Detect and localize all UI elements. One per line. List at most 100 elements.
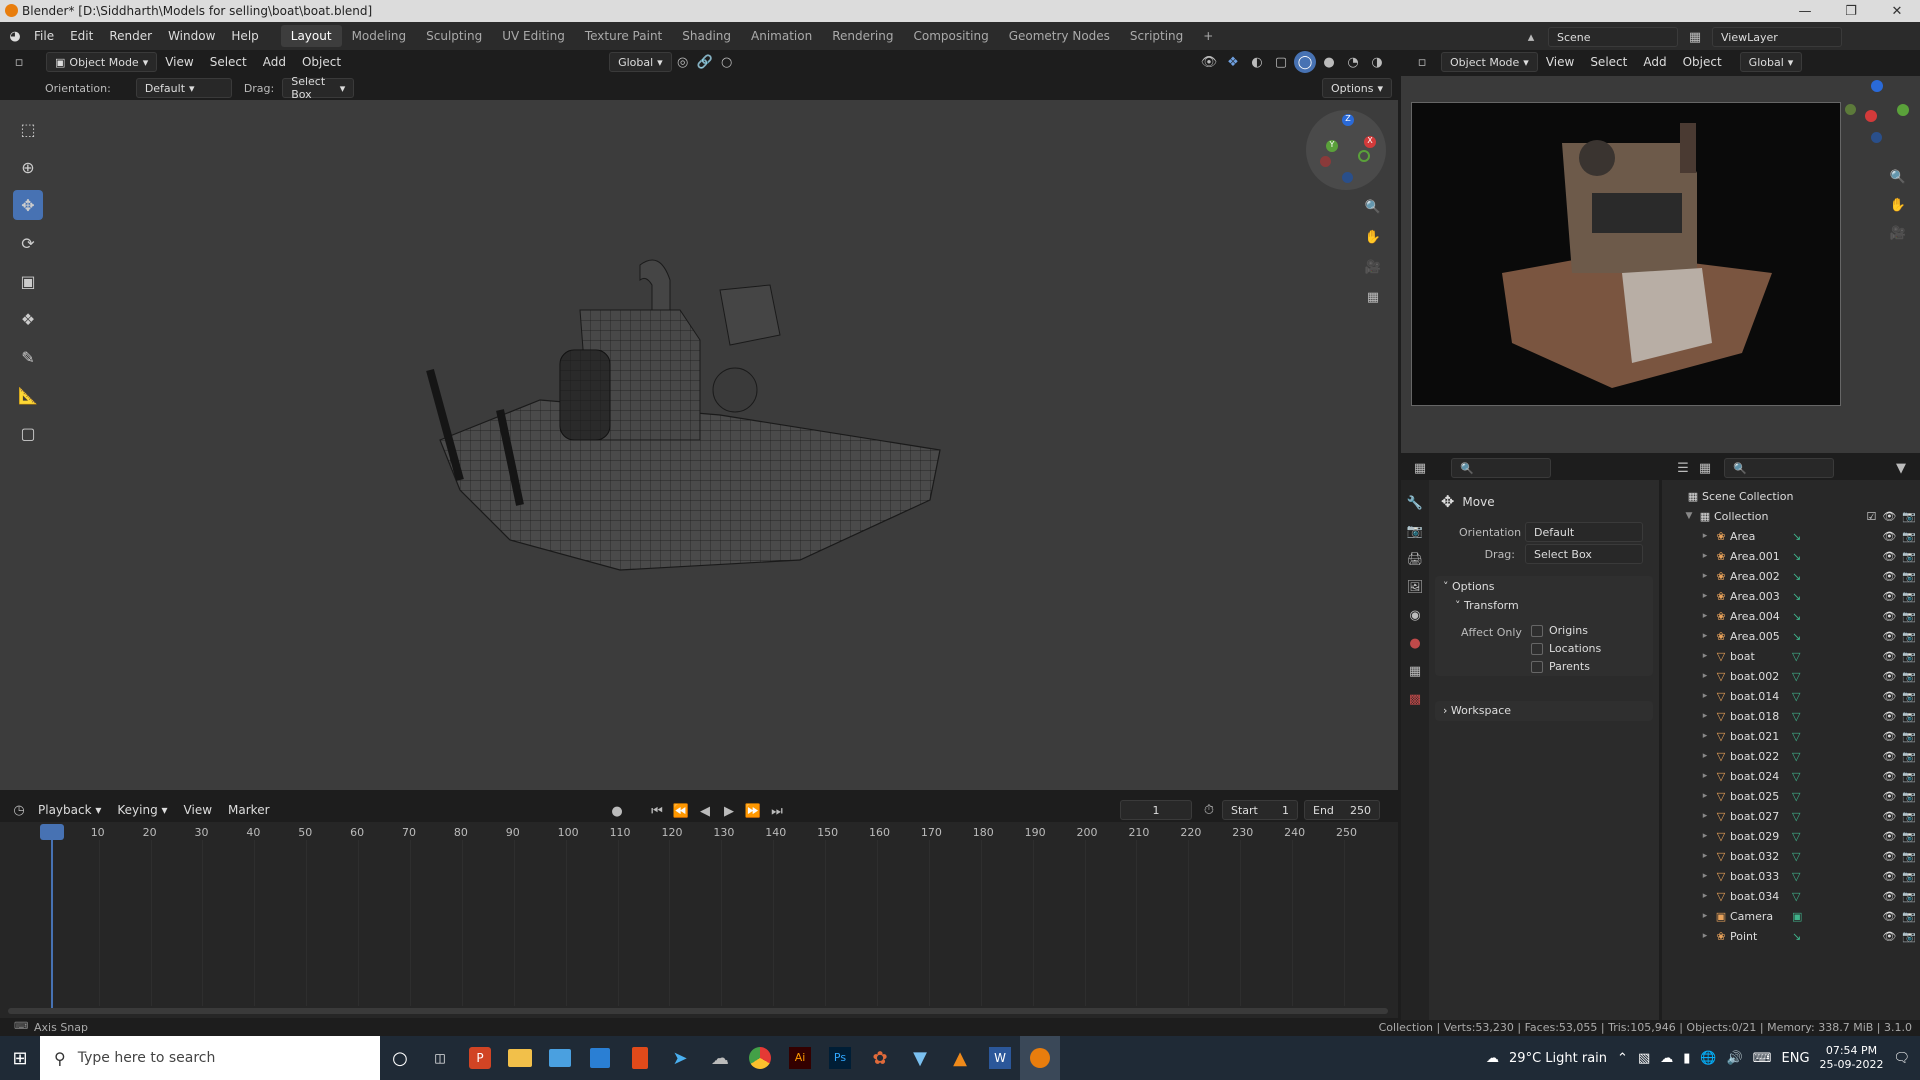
light-data-icon[interactable]: ↘	[1792, 530, 1801, 543]
render-camera-icon[interactable]: 📷	[1902, 610, 1916, 623]
tab-rendering[interactable]: Rendering	[822, 25, 903, 47]
timeline-scrollbar[interactable]	[8, 1008, 1388, 1014]
app-multicolor-icon[interactable]: ✿	[860, 1036, 900, 1080]
photoshop-icon[interactable]: Ps	[820, 1036, 860, 1080]
properties-editor-type-icon[interactable]: ▦	[1409, 457, 1431, 479]
taskbar-search-box[interactable]: ⚲ Type here to search	[40, 1036, 380, 1080]
render-camera-icon[interactable]: 📷	[1902, 710, 1916, 723]
expand-arrow-icon[interactable]: ▸	[1698, 911, 1712, 921]
pivot-icon[interactable]: ◎	[672, 51, 694, 73]
proportional-edit-icon[interactable]: ○	[716, 51, 738, 73]
eye-icon[interactable]: 👁	[1882, 750, 1896, 763]
render-camera-icon[interactable]: 📷	[1902, 930, 1916, 943]
render-camera-icon[interactable]: 📷	[1902, 910, 1916, 923]
timeline-menu-playback[interactable]: Playback ▾	[30, 803, 109, 817]
eye-icon[interactable]: 👁	[1882, 610, 1896, 623]
file-explorer-icon[interactable]	[500, 1036, 540, 1080]
light-data-icon[interactable]: ↘	[1792, 550, 1801, 563]
mail-app-icon[interactable]	[540, 1036, 580, 1080]
office-icon[interactable]	[620, 1036, 660, 1080]
preview-mode-selector[interactable]: Object Mode ▾	[1441, 52, 1538, 72]
annotate-icon[interactable]: ✎	[13, 342, 43, 372]
outliner-item[interactable]: ▸ ❀ Point ↘ 👁 📷	[1662, 926, 1920, 946]
weather-icon[interactable]: ☁	[1486, 1051, 1499, 1066]
tab-sculpting[interactable]: Sculpting	[416, 25, 492, 47]
expand-arrow-icon[interactable]: ▸	[1698, 531, 1712, 541]
cortana-icon[interactable]: ○	[380, 1036, 420, 1080]
outliner-item[interactable]: ▸ ▽ boat.029 ▽ 👁 📷	[1662, 826, 1920, 846]
axis-neg-y-icon[interactable]	[1358, 150, 1370, 162]
expand-arrow-icon[interactable]: ▸	[1698, 791, 1712, 801]
pan-hand-icon[interactable]: ✋	[1362, 226, 1384, 248]
eye-icon[interactable]: 👁	[1882, 930, 1896, 943]
preview-menu-object[interactable]: Object	[1675, 55, 1730, 69]
view-layer-icon[interactable]: ▦	[1684, 26, 1706, 48]
shading-solid-icon[interactable]: ●	[1318, 51, 1340, 73]
record-icon[interactable]: ●	[606, 800, 628, 822]
timeline-menu-view[interactable]: View	[176, 803, 220, 817]
outliner-item[interactable]: ▸ ▽ boat ▽ 👁 📷	[1662, 646, 1920, 666]
preview-navigation-gizmo[interactable]	[1841, 80, 1911, 150]
scene-tab-icon[interactable]: ◉	[1404, 604, 1426, 626]
viewport-menu-select[interactable]: Select	[202, 55, 255, 69]
tab-uv-editing[interactable]: UV Editing	[492, 25, 575, 47]
preview-pan-hand-icon[interactable]: ✋	[1887, 194, 1909, 216]
outliner-item[interactable]: ▸ ▽ boat.022 ▽ 👁 📷	[1662, 746, 1920, 766]
play-icon[interactable]: ▶	[718, 800, 740, 822]
prop-orientation-dropdown[interactable]: Default	[1525, 522, 1643, 542]
camera-view-icon[interactable]: 🎥	[1362, 256, 1384, 278]
expand-arrow-icon[interactable]: ▸	[1698, 871, 1712, 881]
collapse-icon[interactable]: ▼	[1682, 511, 1696, 521]
windows-start-icon[interactable]: ⊞	[0, 1036, 40, 1080]
render-camera-icon[interactable]: 📷	[1902, 750, 1916, 763]
mesh-data-icon[interactable]: ▽	[1792, 730, 1800, 743]
outliner-item[interactable]: ▸ ▽ boat.021 ▽ 👁 📷	[1662, 726, 1920, 746]
eye-icon[interactable]: 👁	[1882, 670, 1896, 683]
minimize-icon[interactable]: —	[1782, 0, 1828, 22]
eye-icon[interactable]: 👁	[1882, 710, 1896, 723]
eye-icon[interactable]: 👁	[1882, 850, 1896, 863]
volume-icon[interactable]: 🔊	[1727, 1051, 1743, 1066]
display-mode-icon[interactable]: ▦	[1694, 457, 1716, 479]
end-frame-field[interactable]: End 250	[1304, 800, 1380, 820]
preview-menu-select[interactable]: Select	[1582, 55, 1635, 69]
chrome-icon[interactable]	[740, 1036, 780, 1080]
current-frame-field[interactable]: 1	[1120, 800, 1192, 820]
light-data-icon[interactable]: ↘	[1792, 930, 1801, 943]
eye-icon[interactable]: 👁	[1882, 910, 1896, 923]
network-icon[interactable]: 🌐	[1700, 1051, 1716, 1066]
mesh-data-icon[interactable]: ▽	[1792, 850, 1800, 863]
preview-axis-y-icon[interactable]	[1897, 104, 1909, 116]
eye-icon[interactable]: 👁	[1882, 510, 1896, 523]
expand-arrow-icon[interactable]: ▸	[1698, 571, 1712, 581]
axis-z-icon[interactable]: Z	[1342, 114, 1354, 126]
checkbox-icon[interactable]: ☑	[1866, 510, 1876, 523]
orientation-dropdown[interactable]: Default ▾	[135, 78, 232, 98]
mesh-data-icon[interactable]: ▽	[1792, 770, 1800, 783]
outliner-editor-type-icon[interactable]: ☰	[1672, 457, 1694, 479]
render-camera-icon[interactable]: 📷	[1902, 630, 1916, 643]
notifications-icon[interactable]: 🗨	[1893, 1051, 1910, 1066]
expand-arrow-icon[interactable]: ▸	[1698, 831, 1712, 841]
render-camera-icon[interactable]: 📷	[1902, 550, 1916, 563]
expand-arrow-icon[interactable]: ▸	[1698, 891, 1712, 901]
timeline-menu-keying[interactable]: Keying ▾	[109, 803, 175, 817]
outliner-item[interactable]: ▸ ❀ Area.001 ↘ 👁 📷	[1662, 546, 1920, 566]
keyboard-icon[interactable]: ⌨	[1753, 1051, 1772, 1066]
collection-row[interactable]: ▼ ▦ Collection ☑ 👁 📷	[1662, 506, 1920, 526]
menu-edit[interactable]: Edit	[62, 29, 101, 43]
outliner-item[interactable]: ▸ ❀ Area.005 ↘ 👁 📷	[1662, 626, 1920, 646]
menu-window[interactable]: Window	[160, 29, 223, 43]
affect-parents-checkbox[interactable]: Parents	[1531, 660, 1601, 673]
affect-origins-checkbox[interactable]: Origins	[1531, 624, 1601, 637]
taskbar-clock[interactable]: 07:54 PM 25-09-2022	[1820, 1044, 1884, 1072]
preview-axis-neg-z-icon[interactable]	[1871, 132, 1882, 143]
outliner-item[interactable]: ▸ ❀ Area.002 ↘ 👁 📷	[1662, 566, 1920, 586]
preview-zoom-icon[interactable]: 🔍	[1887, 166, 1909, 188]
perspective-grid-icon[interactable]: ▦	[1362, 286, 1384, 308]
output-tab-icon[interactable]: 🖨	[1404, 548, 1426, 570]
scene-collection-row[interactable]: ▦ Scene Collection	[1662, 486, 1920, 506]
transform-subpanel-header[interactable]: ˅ Transform	[1435, 597, 1653, 614]
app-blue-icon[interactable]: ➤	[660, 1036, 700, 1080]
menu-render[interactable]: Render	[101, 29, 160, 43]
